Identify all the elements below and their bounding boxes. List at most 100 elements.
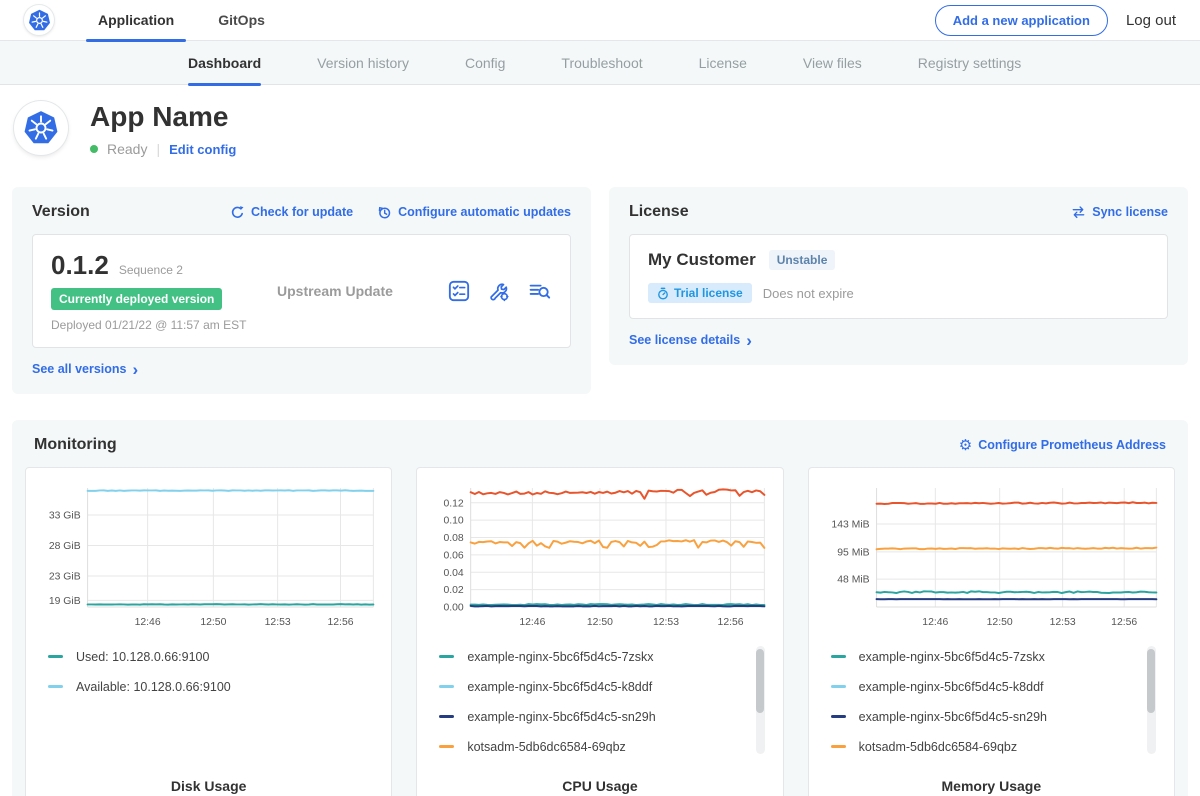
gear-icon: ⚙ xyxy=(959,438,972,453)
tab-config[interactable]: Config xyxy=(465,41,505,85)
legend-label: example-nginx-5bc6f5d4c5-sn29h xyxy=(467,710,655,724)
add-application-button[interactable]: Add a new application xyxy=(935,5,1108,36)
legend-item: example-nginx-5bc6f5d4c5-sn29h xyxy=(831,710,1156,724)
see-license-details-link[interactable]: See license details› xyxy=(629,333,1168,347)
chart-plot: 143 MiB95 MiB48 MiB12:4612:5012:5312:56 xyxy=(821,482,1162,633)
legend-label: kotsadm-5db6dc6584-69qbz xyxy=(467,740,625,754)
svg-text:0.08: 0.08 xyxy=(444,533,464,544)
legend-swatch xyxy=(831,715,846,718)
legend-item: example-nginx-5bc6f5d4c5-k8ddf xyxy=(831,680,1156,694)
legend-swatch xyxy=(439,685,454,688)
divider: | xyxy=(156,141,160,157)
legend-scrollbar-thumb[interactable] xyxy=(756,649,764,713)
tab-application[interactable]: Application xyxy=(86,0,186,41)
top-nav-actions: Add a new application Log out xyxy=(935,5,1176,36)
ready-status-dot xyxy=(90,145,98,153)
memory-usage-card: 143 MiB95 MiB48 MiB12:4612:5012:5312:56 e… xyxy=(808,467,1175,796)
app-avatar xyxy=(14,101,68,155)
see-all-versions-link[interactable]: See all versions› xyxy=(32,362,571,376)
legend-label: example-nginx-5bc6f5d4c5-k8ddf xyxy=(467,680,652,694)
tab-dashboard[interactable]: Dashboard xyxy=(188,41,261,85)
kubernetes-wheel-icon xyxy=(28,9,51,32)
legend-swatch xyxy=(831,685,846,688)
legend-swatch xyxy=(831,745,846,748)
chart-title: Disk Usage xyxy=(38,778,379,794)
logout-link[interactable]: Log out xyxy=(1126,12,1176,29)
svg-text:19 GiB: 19 GiB xyxy=(49,596,81,607)
tab-troubleshoot[interactable]: Troubleshoot xyxy=(561,41,642,85)
legend-item: Available: 10.128.0.66:9100 xyxy=(48,680,373,694)
disk-usage-legend: Used: 10.128.0.66:9100 Available: 10.128.… xyxy=(48,650,373,766)
legend-scrollbar[interactable] xyxy=(756,646,765,754)
legend-swatch xyxy=(439,715,454,718)
tab-view-files[interactable]: View files xyxy=(803,41,862,85)
svg-text:12:56: 12:56 xyxy=(1111,617,1137,628)
chart-title: CPU Usage xyxy=(429,778,770,794)
edit-config-link[interactable]: Edit config xyxy=(169,142,236,157)
legend-label: example-nginx-5bc6f5d4c5-sn29h xyxy=(859,710,1047,724)
chart-title: Memory Usage xyxy=(821,778,1162,794)
chart-plot: 0.120.100.080.060.040.020.0012:4612:5012… xyxy=(429,482,770,633)
view-files-icon[interactable] xyxy=(528,280,552,302)
stopwatch-icon xyxy=(657,287,669,300)
svg-text:12:56: 12:56 xyxy=(327,617,353,628)
configure-updates-label: Configure automatic updates xyxy=(398,205,571,219)
legend-item: example-nginx-5bc6f5d4c5-sn29h xyxy=(439,710,764,724)
legend-item: Used: 10.128.0.66:9100 xyxy=(48,650,373,664)
sync-license-link[interactable]: Sync license xyxy=(1071,205,1168,219)
legend-scrollbar-thumb[interactable] xyxy=(1147,649,1155,713)
legend-label: example-nginx-5bc6f5d4c5-k8ddf xyxy=(859,680,1044,694)
legend-item: example-nginx-5bc6f5d4c5-7zskx xyxy=(831,650,1156,664)
cards-row: Version Check for update xyxy=(12,187,1188,394)
svg-text:12:46: 12:46 xyxy=(520,617,546,628)
check-for-update-link[interactable]: Check for update xyxy=(230,205,353,220)
cpu-usage-card: 0.120.100.080.060.040.020.0012:4612:5012… xyxy=(416,467,783,796)
disk-usage-card: 33 GiB28 GiB23 GiB19 GiB12:4612:5012:531… xyxy=(25,467,392,796)
legend-swatch xyxy=(439,655,454,658)
page-title: App Name xyxy=(90,101,236,133)
chart-plot: 33 GiB28 GiB23 GiB19 GiB12:4612:5012:531… xyxy=(38,482,379,633)
refresh-icon xyxy=(230,205,245,220)
tab-registry-settings[interactable]: Registry settings xyxy=(918,41,1021,85)
configure-updates-link[interactable]: Configure automatic updates xyxy=(377,205,571,220)
trial-license-label: Trial license xyxy=(674,286,743,300)
svg-text:0.12: 0.12 xyxy=(444,498,464,509)
legend-label: example-nginx-5bc6f5d4c5-7zskx xyxy=(467,650,653,664)
legend-swatch xyxy=(439,745,454,748)
trial-license-badge: Trial license xyxy=(648,283,752,303)
see-license-details-label: See license details xyxy=(629,333,740,347)
tab-license[interactable]: License xyxy=(699,41,747,85)
top-nav: Application GitOps Add a new application… xyxy=(0,0,1200,41)
see-all-versions-label: See all versions xyxy=(32,362,127,376)
edit-config-icon[interactable] xyxy=(488,280,510,302)
version-card: Version Check for update xyxy=(12,187,591,394)
memory-usage-legend: example-nginx-5bc6f5d4c5-7zskx example-ng… xyxy=(831,650,1156,766)
legend-scrollbar[interactable] xyxy=(1147,646,1156,754)
sequence-label: Sequence 2 xyxy=(119,263,183,277)
svg-text:12:53: 12:53 xyxy=(265,617,291,628)
tab-gitops[interactable]: GitOps xyxy=(206,0,277,41)
svg-text:0.00: 0.00 xyxy=(444,603,464,614)
channel-badge: Unstable xyxy=(769,250,836,270)
monitoring-title: Monitoring xyxy=(34,436,117,454)
deployed-status-badge: Currently deployed version xyxy=(51,288,222,310)
tab-version-history[interactable]: Version history xyxy=(317,41,409,85)
license-box: My Customer Unstable Trial license Does … xyxy=(629,234,1168,319)
top-nav-tabs: Application GitOps xyxy=(86,0,297,41)
kubernetes-app-icon xyxy=(23,110,59,146)
kubernetes-logo-icon xyxy=(24,5,54,35)
svg-text:33 GiB: 33 GiB xyxy=(49,511,81,522)
svg-text:12:53: 12:53 xyxy=(653,617,679,628)
configure-prometheus-link[interactable]: ⚙ Configure Prometheus Address xyxy=(959,438,1166,453)
version-card-title: Version xyxy=(32,203,90,221)
legend-item: example-nginx-5bc6f5d4c5-k8ddf xyxy=(439,680,764,694)
license-card-title: License xyxy=(629,203,689,221)
app-sub-nav: Dashboard Version history Config Trouble… xyxy=(0,41,1200,85)
legend-swatch xyxy=(48,685,63,688)
sync-icon xyxy=(1071,205,1086,219)
sync-license-label: Sync license xyxy=(1092,205,1168,219)
legend-label: Available: 10.128.0.66:9100 xyxy=(76,680,231,694)
svg-text:0.02: 0.02 xyxy=(444,585,464,596)
svg-text:12:46: 12:46 xyxy=(922,617,948,628)
preflight-checks-icon[interactable] xyxy=(448,280,470,302)
